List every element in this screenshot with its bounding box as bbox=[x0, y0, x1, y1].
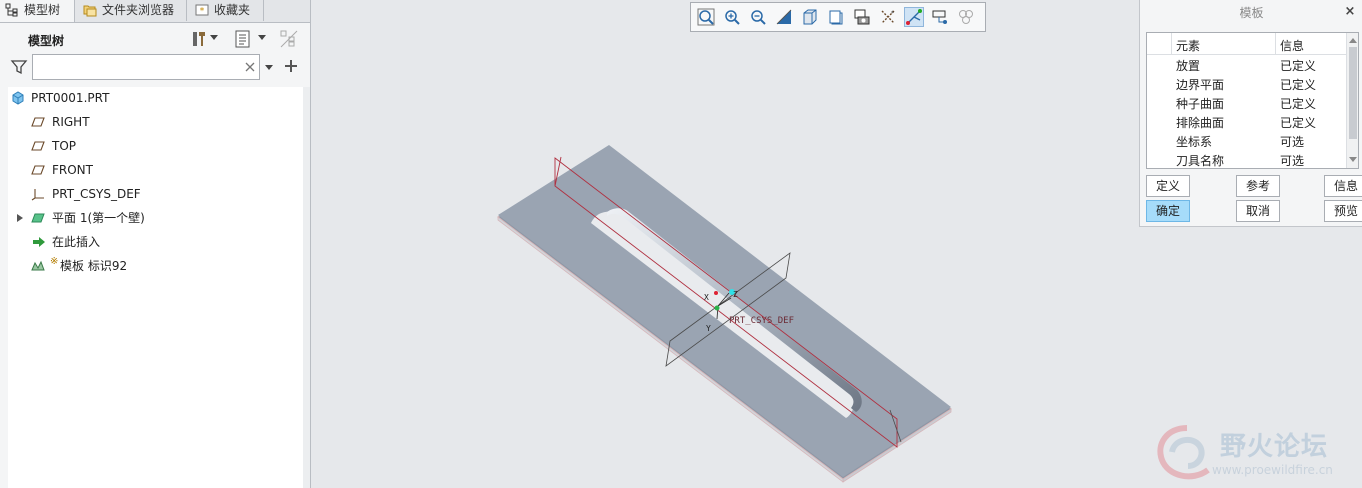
origin-marker bbox=[714, 305, 720, 311]
datum-plane-icon bbox=[31, 141, 45, 151]
watermark-logo: 野火论坛 www.proewildfire.cn bbox=[1152, 418, 1362, 488]
expand-arrow-icon[interactable] bbox=[17, 214, 23, 222]
table-header: 元素 信息 bbox=[1147, 33, 1346, 55]
axis-label-y: Y bbox=[706, 324, 711, 333]
datum-plane-icon bbox=[31, 165, 45, 175]
dialog-title: 模板 bbox=[1239, 6, 1264, 20]
chevron-down-icon[interactable] bbox=[210, 35, 218, 41]
tab-label: 收藏夹 bbox=[214, 3, 251, 17]
tree-item-csys[interactable]: PRT_CSYS_DEF bbox=[8, 183, 298, 205]
folder-browser-icon bbox=[83, 5, 97, 17]
watermark-url: www.proewildfire.cn bbox=[1212, 463, 1333, 477]
template-dialog: 模板 × 元素 信息 放置 已定义 边界平面 已定义 种子曲面 已定义 排除曲面 已定义… bbox=[1139, 0, 1362, 227]
table-row[interactable]: 刀具名称 可选 bbox=[1147, 152, 1347, 168]
row-element: 坐标系 bbox=[1176, 135, 1213, 149]
tree-scrollbar[interactable] bbox=[303, 87, 310, 488]
settings-tools-icon[interactable] bbox=[190, 29, 210, 49]
chevron-down-icon[interactable] bbox=[265, 65, 273, 71]
tree-item-right[interactable]: RIGHT bbox=[8, 111, 298, 133]
column-header-element[interactable]: 元素 bbox=[1176, 37, 1200, 54]
tree-item-front[interactable]: FRONT bbox=[8, 159, 298, 181]
scroll-down-icon[interactable] bbox=[1349, 157, 1357, 163]
row-info: 可选 bbox=[1280, 135, 1305, 149]
scroll-thumb[interactable] bbox=[1349, 47, 1357, 139]
row-info: 已定义 bbox=[1280, 97, 1317, 111]
filter-funnel-icon[interactable] bbox=[10, 58, 28, 76]
table-scrollbar[interactable] bbox=[1346, 33, 1358, 168]
define-button[interactable]: 定义 bbox=[1146, 175, 1190, 197]
tree-item-label: FRONT bbox=[52, 163, 93, 177]
csys-label: PRT_CSYS_DEF bbox=[729, 316, 794, 326]
tab-folder-browser[interactable]: 文件夹浏览器 bbox=[78, 0, 187, 21]
table-row[interactable]: 排除曲面 已定义 bbox=[1147, 114, 1347, 133]
sheetmetal-wall-icon bbox=[31, 213, 45, 223]
row-info: 已定义 bbox=[1280, 59, 1317, 73]
tree-item-top[interactable]: TOP bbox=[8, 135, 298, 157]
row-element: 排除曲面 bbox=[1176, 116, 1225, 130]
tree-filter-disabled-icon[interactable] bbox=[279, 29, 299, 49]
ok-button[interactable]: 确定 bbox=[1146, 200, 1190, 222]
table-row[interactable]: 放置 已定义 bbox=[1147, 57, 1347, 76]
tree-item-part[interactable]: PRT0001.PRT bbox=[8, 87, 298, 109]
tab-label: 模型树 bbox=[24, 3, 61, 17]
svg-text:*: * bbox=[200, 7, 205, 17]
model-tree-icon bbox=[5, 3, 18, 17]
row-element: 放置 bbox=[1176, 59, 1201, 73]
insert-here-arrow-icon bbox=[33, 237, 45, 247]
tree-item-insert-here[interactable]: 在此插入 bbox=[8, 231, 298, 253]
info-button[interactable]: 信息 bbox=[1324, 175, 1362, 197]
close-icon[interactable]: × bbox=[1344, 5, 1356, 18]
tree-header: 模型树 bbox=[0, 24, 310, 54]
row-element: 刀具名称 bbox=[1176, 154, 1225, 168]
row-info: 已定义 bbox=[1280, 78, 1317, 92]
row-element: 边界平面 bbox=[1176, 78, 1225, 92]
tree-item-label: 在此插入 bbox=[52, 235, 101, 249]
search-field[interactable] bbox=[32, 54, 260, 80]
search-input[interactable] bbox=[35, 57, 239, 79]
table-row[interactable]: 边界平面 已定义 bbox=[1147, 76, 1347, 95]
datum-plane-icon bbox=[31, 117, 45, 127]
tree-item-label: 平面 1(第一个壁) bbox=[52, 211, 145, 225]
tab-model-tree[interactable]: 模型树 bbox=[0, 0, 75, 22]
panel-tabs: 模型树 文件夹浏览器 * 收藏夹 bbox=[0, 0, 310, 23]
clear-search-icon[interactable] bbox=[245, 62, 255, 72]
tree-item-label: TOP bbox=[52, 139, 77, 153]
watermark-title: 野火论坛 bbox=[1220, 432, 1329, 462]
tree-item-label: 模板 标识92 bbox=[60, 259, 128, 273]
search-row bbox=[0, 54, 310, 84]
reference-button[interactable]: 参考 bbox=[1236, 175, 1280, 197]
cancel-button[interactable]: 取消 bbox=[1236, 200, 1280, 222]
part-cube-icon bbox=[12, 91, 24, 105]
column-header-info[interactable]: 信息 bbox=[1280, 37, 1304, 54]
element-table: 元素 信息 放置 已定义 边界平面 已定义 种子曲面 已定义 排除曲面 已定义 坐标系可… bbox=[1146, 32, 1359, 169]
model-tree-list: PRT0001.PRT RIGHT TOP FRONT PRT_CSYS_DEF… bbox=[8, 87, 303, 488]
table-row[interactable]: 种子曲面 已定义 bbox=[1147, 95, 1347, 114]
x-axis-marker bbox=[714, 291, 718, 295]
tree-title: 模型树 bbox=[28, 34, 65, 48]
tab-label: 文件夹浏览器 bbox=[102, 3, 175, 17]
tree-item-label: RIGHT bbox=[52, 115, 90, 129]
preview-button[interactable]: 预览 bbox=[1324, 200, 1362, 222]
add-icon[interactable] bbox=[284, 59, 298, 73]
table-row[interactable]: 坐标系 可选 bbox=[1147, 133, 1347, 152]
csys-icon bbox=[31, 189, 44, 201]
tree-item-label: PRT0001.PRT bbox=[31, 91, 110, 105]
row-info: 已定义 bbox=[1280, 116, 1317, 130]
scroll-up-icon[interactable] bbox=[1349, 37, 1357, 43]
regen-mark: ※ bbox=[50, 256, 59, 267]
tree-item-wall[interactable]: 平面 1(第一个壁) bbox=[8, 207, 298, 229]
tree-item-label: PRT_CSYS_DEF bbox=[52, 187, 141, 201]
model-tree-panel: 模型树 文件夹浏览器 * 收藏夹 模型树 PRT0001.PRT RIGHT T… bbox=[0, 0, 311, 488]
tab-favorites[interactable]: * 收藏夹 bbox=[190, 0, 264, 21]
template-feature-icon bbox=[31, 260, 45, 271]
favorites-star-icon: * bbox=[195, 4, 209, 17]
row-info: 可选 bbox=[1280, 154, 1305, 168]
tree-item-template[interactable]: ※ 模板 标识92 bbox=[8, 255, 298, 277]
show-list-icon[interactable] bbox=[233, 29, 253, 49]
axis-label-x: X bbox=[704, 293, 709, 302]
axis-label-z: Z bbox=[733, 290, 738, 299]
chevron-down-icon[interactable] bbox=[258, 35, 266, 41]
row-element: 种子曲面 bbox=[1176, 97, 1225, 111]
